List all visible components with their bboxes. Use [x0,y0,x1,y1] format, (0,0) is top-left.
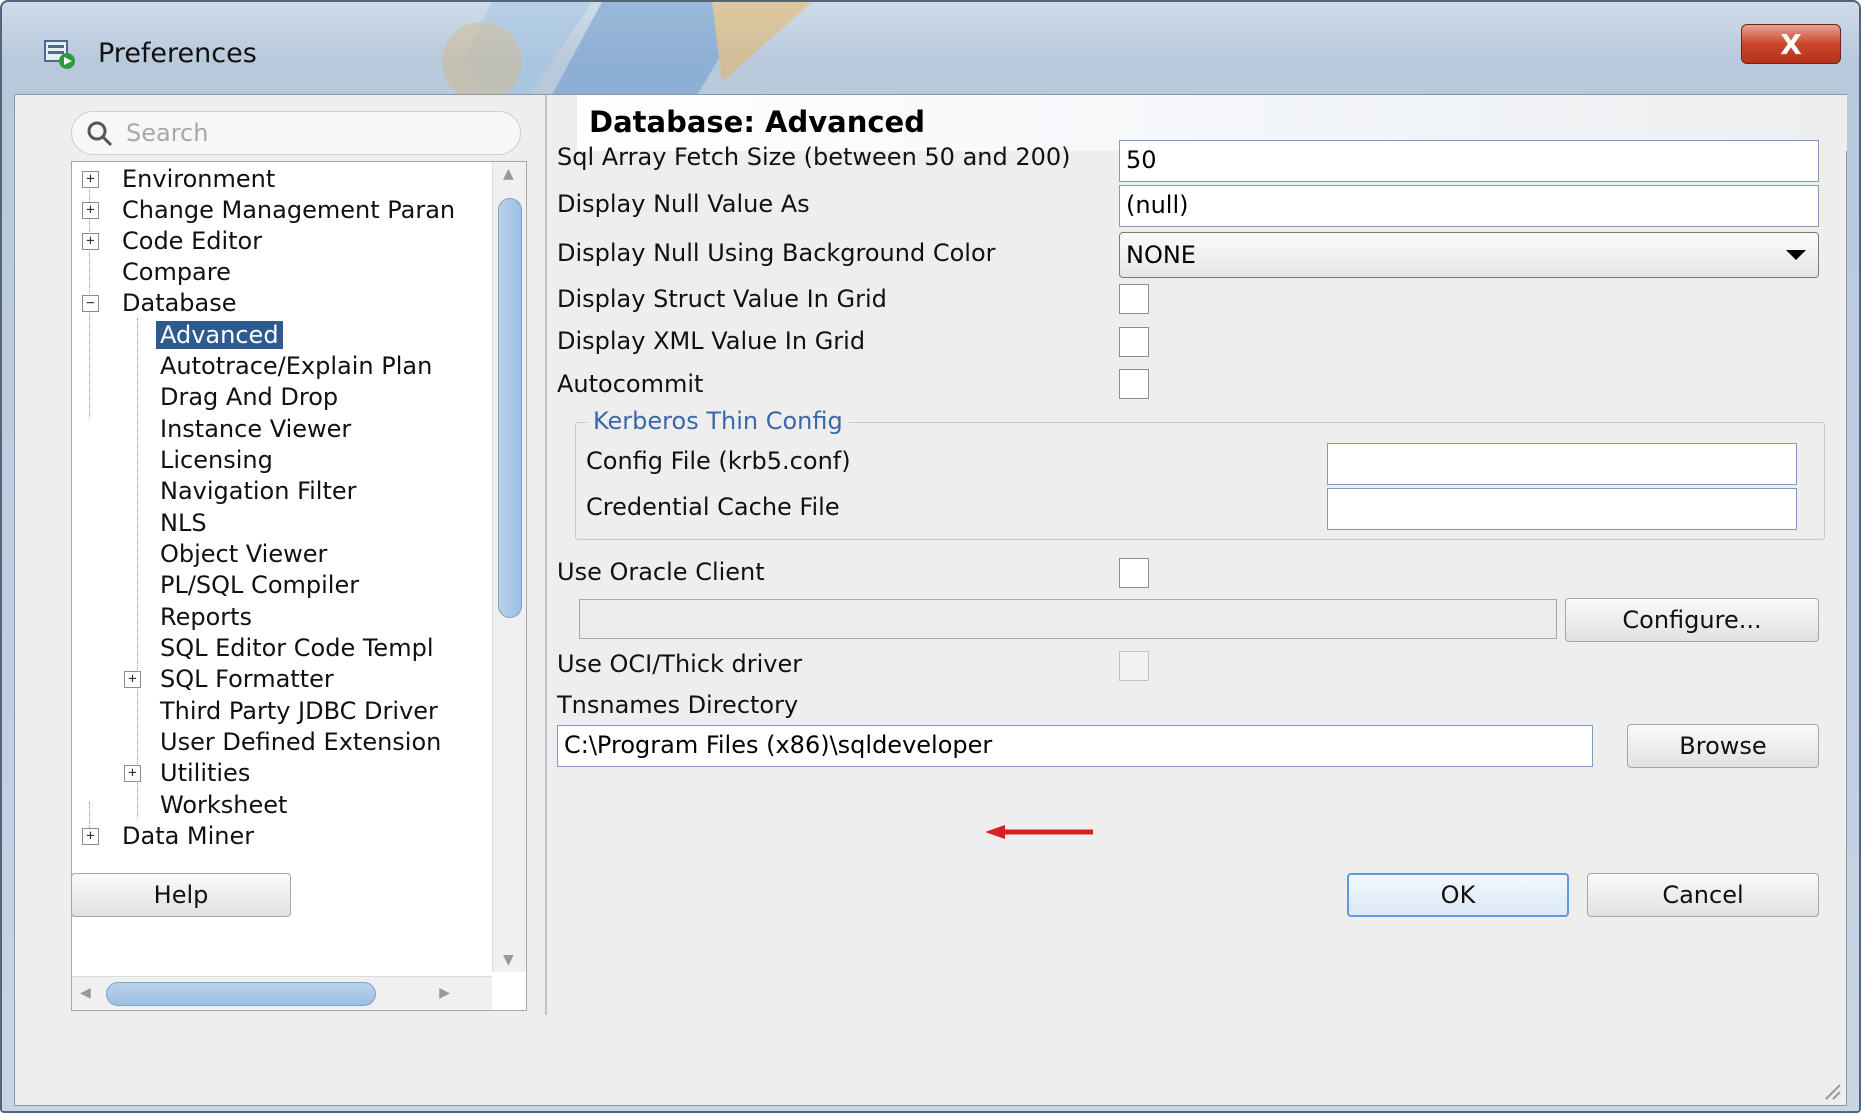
tree-horizontal-scrollbar[interactable]: ◀ ▶ [72,976,492,1010]
struct-value-label: Display Struct Value In Grid [557,285,887,313]
oracle-client-label: Use Oracle Client [557,558,765,586]
tree-vertical-scrollbar[interactable]: ▲ ▼ [492,162,526,972]
tnsnames-directory-input[interactable]: C:\Program Files (x86)\sqldeveloper [557,725,1593,767]
expand-icon[interactable]: + [82,171,99,188]
oci-driver-checkbox[interactable] [1119,651,1149,681]
tree-item-database[interactable]: − Database [82,286,241,320]
ok-button[interactable]: OK [1347,873,1569,917]
close-button[interactable]: X [1741,24,1841,64]
scroll-up-icon[interactable]: ▲ [503,166,514,182]
null-value-input[interactable]: (null) [1119,185,1819,227]
xml-value-checkbox[interactable] [1119,327,1149,357]
null-bg-color-label: Display Null Using Background Color [557,239,996,267]
tree-item-advanced[interactable]: Advanced [156,318,283,352]
tree-item-reports[interactable]: Reports [156,600,256,634]
cancel-button[interactable]: Cancel [1587,873,1819,917]
tree-item-user-defined-extensions[interactable]: User Defined Extension [156,725,445,759]
tnsnames-label: Tnsnames Directory [557,691,799,719]
panel-divider[interactable] [545,95,547,1015]
tree-item-environment[interactable]: + Environment [82,162,279,196]
tree-item-third-party-jdbc[interactable]: Third Party JDBC Driver [156,694,442,728]
tree-item-autotrace[interactable]: Autotrace/Explain Plan [156,349,436,383]
collapse-icon[interactable]: − [82,295,99,312]
search-icon [87,121,113,147]
resize-grip-icon[interactable] [1820,1079,1842,1101]
scroll-down-icon[interactable]: ▼ [503,952,514,968]
tree-item-navigation-filter[interactable]: Navigation Filter [156,474,361,508]
config-file-label: Config File (krb5.conf) [586,447,851,475]
fetch-size-label: Sql Array Fetch Size (between 50 and 200… [557,143,1071,171]
oracle-client-checkbox[interactable] [1119,558,1149,588]
fetch-size-input[interactable]: 50 [1119,140,1819,182]
dialog-client-area: + Environment + Change Management Paran … [14,94,1847,1106]
tree-item-worksheet[interactable]: Worksheet [156,788,291,822]
tree-item-nls[interactable]: NLS [156,506,211,540]
preferences-dialog: Preferences X + Environment + Change Man… [0,0,1861,1113]
expand-icon[interactable]: + [82,202,99,219]
credential-cache-label: Credential Cache File [586,493,840,521]
title-bar[interactable]: Preferences X [2,2,1859,106]
null-bg-color-select[interactable]: NONE [1119,232,1819,278]
configure-button[interactable]: Configure... [1565,598,1819,642]
tree-item-code-editor[interactable]: + Code Editor [82,224,266,258]
oci-driver-label: Use OCI/Thick driver [557,650,803,678]
browse-button[interactable]: Browse [1627,724,1819,768]
vertical-scroll-thumb[interactable] [498,198,522,618]
scroll-right-icon[interactable]: ▶ [439,985,450,1001]
tree-item-sql-editor-code-templates[interactable]: SQL Editor Code Templ [156,631,437,665]
credential-cache-input[interactable] [1327,488,1797,530]
struct-value-checkbox[interactable] [1119,284,1149,314]
xml-value-label: Display XML Value In Grid [557,327,866,355]
autocommit-label: Autocommit [557,370,704,398]
tree-item-data-miner[interactable]: + Data Miner [82,819,258,853]
tree-item-utilities[interactable]: + Utilities [124,756,254,790]
tree-item-plsql-compiler[interactable]: PL/SQL Compiler [156,568,363,602]
tree-item-instance-viewer[interactable]: Instance Viewer [156,412,355,446]
window-title: Preferences [98,38,257,69]
search-box[interactable] [71,111,521,155]
search-input[interactable] [124,118,504,148]
expand-icon[interactable]: + [82,233,99,250]
horizontal-scroll-thumb[interactable] [106,982,376,1006]
config-file-input[interactable] [1327,443,1797,485]
null-bg-color-value: NONE [1126,241,1196,269]
tree-connector [137,318,138,818]
tree-item-licensing[interactable]: Licensing [156,443,277,477]
tree-item-drag-and-drop[interactable]: Drag And Drop [156,380,342,414]
tree-item-object-viewer[interactable]: Object Viewer [156,537,331,571]
preferences-icon [44,40,75,69]
null-value-label: Display Null Value As [557,190,810,218]
tree-item-change-management[interactable]: + Change Management Paran [82,193,459,227]
annotation-arrow-icon [985,825,1093,839]
autocommit-checkbox[interactable] [1119,369,1149,399]
oracle-client-path-field[interactable] [579,599,1557,639]
chevron-down-icon [1786,250,1806,260]
help-button[interactable]: Help [71,873,291,917]
expand-icon[interactable]: + [124,671,141,688]
tree-item-compare[interactable]: Compare [82,255,235,289]
kerberos-group-title: Kerberos Thin Config [587,407,849,435]
tree-item-sql-formatter[interactable]: + SQL Formatter [124,662,338,696]
expand-icon[interactable]: + [124,765,141,782]
expand-icon[interactable]: + [82,828,99,845]
scroll-left-icon[interactable]: ◀ [80,985,91,1001]
